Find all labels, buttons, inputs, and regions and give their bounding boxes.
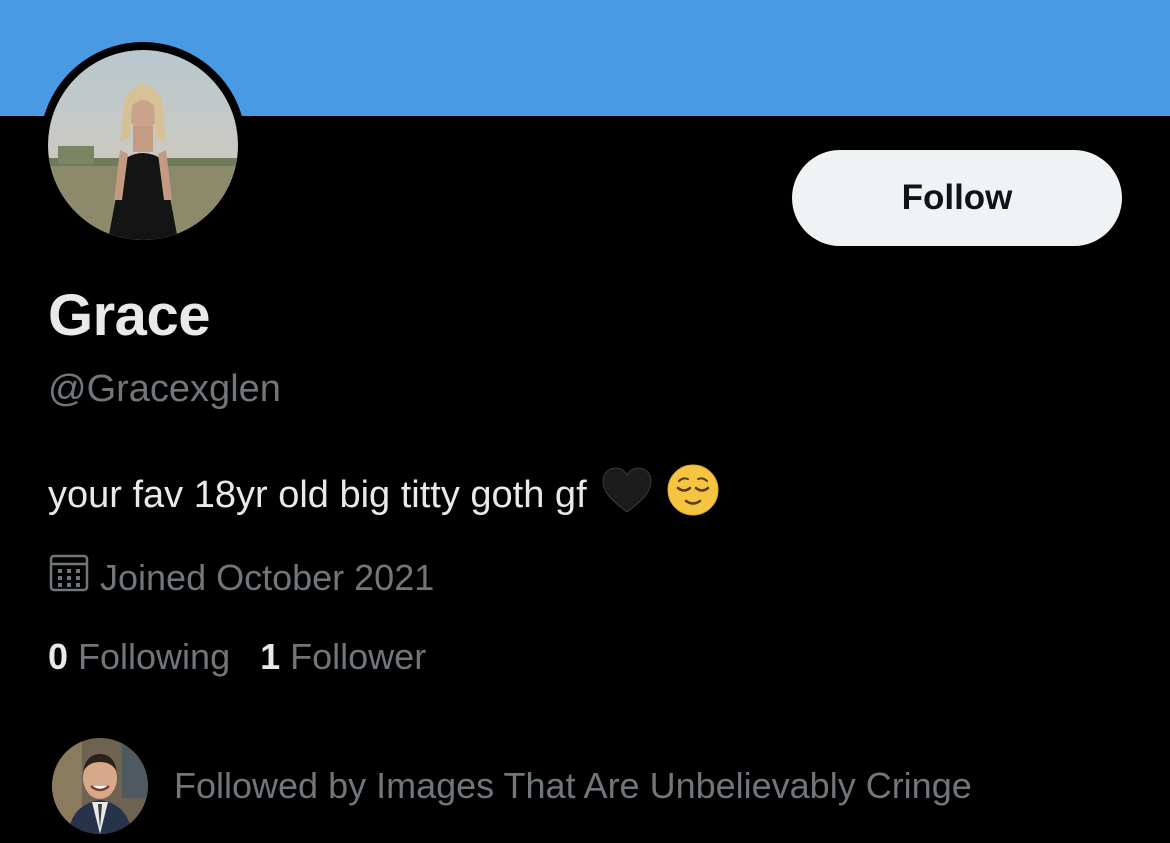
following-count: 0 xyxy=(48,636,69,677)
profile-bio: your fav 18yr old big titty goth gf xyxy=(48,464,719,526)
relieved-face-icon xyxy=(667,464,719,526)
followed-by-row[interactable]: Followed by Images That Are Unbelievably… xyxy=(52,738,972,834)
black-heart-icon xyxy=(601,466,653,524)
profile-stats: 0 Following 1 Follower xyxy=(48,636,426,678)
avatar[interactable] xyxy=(48,50,238,240)
followers-link[interactable]: 1 Follower xyxy=(260,636,426,678)
follow-button[interactable]: Follow xyxy=(792,150,1122,246)
follower-avatar-icon xyxy=(52,738,148,834)
profile-display-name: Grace xyxy=(48,283,210,348)
followed-by-text: Followed by Images That Are Unbelievably… xyxy=(174,765,972,806)
followers-label: Follower xyxy=(290,636,427,677)
join-date-text: Joined October 2021 xyxy=(100,556,435,598)
following-link[interactable]: 0 Following xyxy=(48,636,230,678)
profile-avatar-frame xyxy=(40,42,246,248)
profile-page: Follow Grace @Gracexglen your fav 18yr o… xyxy=(0,0,1170,843)
profile-handle: @Gracexglen xyxy=(48,368,281,410)
followers-count: 1 xyxy=(260,636,281,677)
bio-text: your fav 18yr old big titty goth gf xyxy=(48,473,587,516)
following-label: Following xyxy=(78,636,231,677)
profile-join-date: Joined October 2021 xyxy=(48,552,434,603)
calendar-icon xyxy=(48,552,90,603)
follower-avatar[interactable] xyxy=(52,738,148,834)
avatar-photo-icon xyxy=(48,50,238,240)
